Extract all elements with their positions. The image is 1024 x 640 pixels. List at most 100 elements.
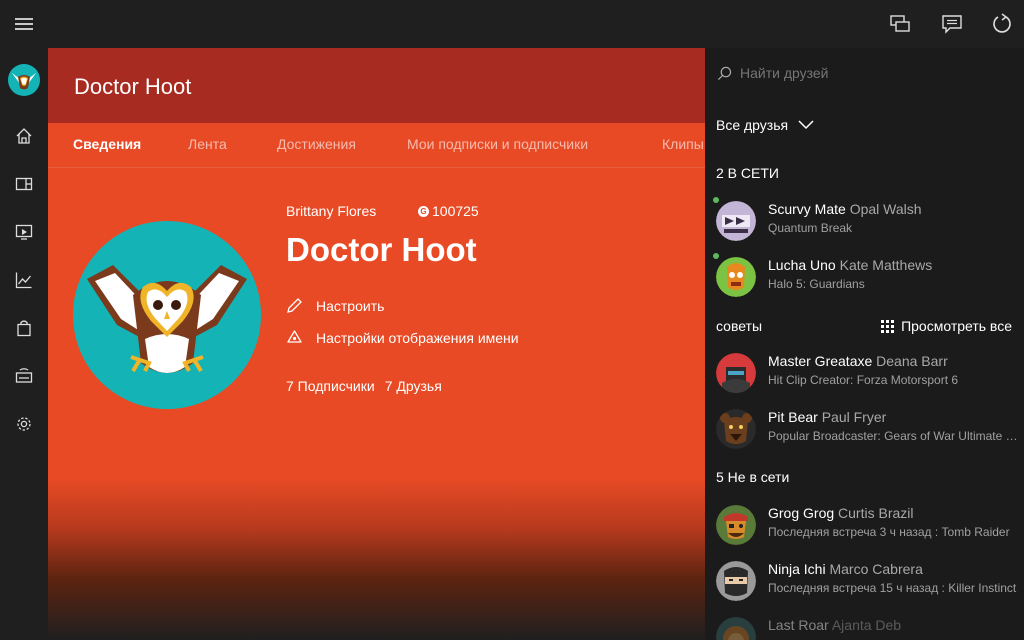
console-connection-icon bbox=[15, 368, 33, 383]
friend-real-name: Ajanta Deb bbox=[831, 617, 902, 633]
friend-gamertag: Grog Grog bbox=[768, 505, 835, 521]
tab-feed[interactable]: Лента bbox=[188, 136, 227, 152]
friends-count[interactable]: 7 Друзья bbox=[385, 378, 442, 394]
profile-stats: 7 Подписчики 7 Друзья bbox=[286, 378, 452, 394]
trending-nav-button[interactable] bbox=[0, 260, 48, 300]
profile-panel: Doctor Hoot Сведения Лента Достижения Мо… bbox=[48, 48, 705, 640]
party-button[interactable] bbox=[886, 10, 914, 38]
offline-section-header: 5 Не в сети bbox=[716, 469, 790, 485]
friend-item[interactable]: Last Roar Ajanta Deb bbox=[705, 609, 1024, 640]
online-status-dot bbox=[713, 253, 719, 259]
tab-followers[interactable]: Мои подписки и подписчики bbox=[407, 136, 588, 152]
filter-label: Все друзья bbox=[716, 117, 789, 133]
suggestion-item[interactable]: Pit Bear Paul Fryer Popular Broadcaster:… bbox=[705, 401, 1024, 457]
friend-gamertag: Master Greataxe bbox=[768, 353, 873, 369]
lion-avatar-icon bbox=[716, 617, 756, 640]
friend-search[interactable] bbox=[717, 62, 1007, 84]
friends-panel: Все друзья 2 В СЕТИ Scurvy Mate Opal Wal… bbox=[705, 48, 1024, 640]
store-nav-button[interactable] bbox=[0, 164, 48, 204]
friend-real-name: Marco Cabrera bbox=[829, 561, 923, 577]
pirate-avatar-icon bbox=[716, 505, 756, 545]
shopping-bag-icon bbox=[17, 320, 31, 337]
friend-name: Scurvy Mate Opal Walsh bbox=[768, 201, 922, 217]
home-icon bbox=[16, 128, 32, 144]
settings-nav-button[interactable] bbox=[0, 404, 48, 444]
friend-real-name: Curtis Brazil bbox=[838, 505, 914, 521]
bear-avatar-icon bbox=[716, 409, 756, 449]
customize-button[interactable]: Настроить bbox=[286, 297, 384, 314]
friend-name: Ninja Ichi Marco Cabrera bbox=[768, 561, 923, 577]
view-all-button[interactable]: Просмотреть все bbox=[881, 318, 1012, 334]
friend-item[interactable]: Lucha Uno Kate Matthews Halo 5: Guardian… bbox=[705, 249, 1024, 305]
profile-header: Doctor Hoot bbox=[48, 48, 705, 123]
friend-item[interactable]: Grog Grog Curtis Brazil Последняя встреч… bbox=[705, 497, 1024, 553]
real-name: Brittany Flores bbox=[286, 203, 377, 219]
tab-clips[interactable]: Клипы bbox=[662, 136, 704, 152]
friend-real-name: Opal Walsh bbox=[849, 201, 922, 217]
view-all-label: Просмотреть все bbox=[901, 318, 1012, 334]
refresh-button[interactable] bbox=[988, 10, 1016, 38]
friend-real-name: Paul Fryer bbox=[821, 409, 887, 425]
trending-icon bbox=[15, 272, 32, 289]
message-icon bbox=[942, 15, 962, 34]
gamertag: Doctor Hoot bbox=[286, 231, 477, 268]
gear-icon bbox=[17, 417, 31, 431]
friend-name: Grog Grog Curtis Brazil bbox=[768, 505, 914, 521]
gamerscore: G 100725 bbox=[418, 203, 479, 219]
profile-avatar-button[interactable] bbox=[0, 60, 48, 100]
customize-label: Настроить bbox=[316, 297, 385, 314]
store-window-icon bbox=[15, 177, 33, 191]
tab-info[interactable]: Сведения bbox=[73, 136, 141, 152]
friend-real-name: Kate Matthews bbox=[839, 257, 933, 273]
home-nav-button[interactable] bbox=[0, 116, 48, 156]
friend-gamertag: Lucha Uno bbox=[768, 257, 836, 273]
suggestions-section-header: советы bbox=[716, 318, 763, 334]
search-icon bbox=[717, 66, 732, 80]
friend-gamertag: Ninja Ichi bbox=[768, 561, 826, 577]
skull-ship-avatar-icon bbox=[716, 201, 756, 241]
warrior-avatar-icon bbox=[716, 353, 756, 393]
search-input[interactable] bbox=[740, 65, 1000, 81]
friend-status: Последняя встреча 15 ч назад : Killer In… bbox=[768, 581, 1017, 595]
friend-name: Pit Bear Paul Fryer bbox=[768, 409, 886, 425]
ninja-avatar-icon bbox=[716, 561, 756, 601]
hamburger-menu-button[interactable] bbox=[0, 4, 48, 44]
game-dvr-icon bbox=[15, 224, 33, 240]
dvr-nav-button[interactable] bbox=[0, 212, 48, 252]
people-settings-icon bbox=[287, 330, 302, 343]
messages-button[interactable] bbox=[938, 10, 966, 38]
name-display-label: Настройки отображения имени bbox=[316, 329, 519, 346]
friend-name: Master Greataxe Deana Barr bbox=[768, 353, 948, 369]
page-title: Doctor Hoot bbox=[74, 74, 192, 99]
luchador-avatar-icon bbox=[716, 257, 756, 297]
gamerscore-icon: G bbox=[418, 205, 429, 217]
shop-nav-button[interactable] bbox=[0, 308, 48, 348]
friend-name: Last Roar Ajanta Deb bbox=[768, 617, 901, 633]
friend-real-name: Deana Barr bbox=[876, 353, 948, 369]
online-status-dot bbox=[713, 197, 719, 203]
console-nav-button[interactable] bbox=[0, 356, 48, 396]
xbox-app: Doctor Hoot Сведения Лента Достижения Мо… bbox=[0, 0, 1024, 640]
followers-count[interactable]: 7 Подписчики bbox=[286, 378, 375, 394]
party-chat-icon bbox=[890, 15, 910, 32]
friend-item[interactable]: Scurvy Mate Opal Walsh Quantum Break bbox=[705, 193, 1024, 249]
friend-item[interactable]: Ninja Ichi Marco Cabrera Последняя встре… bbox=[705, 553, 1024, 609]
friends-filter-dropdown[interactable]: Все друзья bbox=[716, 117, 814, 133]
owl-avatar-small-icon bbox=[8, 64, 40, 96]
profile-tabs: Сведения Лента Достижения Мои подписки и… bbox=[48, 123, 705, 168]
friend-status: Popular Broadcaster: Gears of War Ultima… bbox=[768, 429, 1024, 443]
online-section-header: 2 В СЕТИ bbox=[716, 165, 779, 181]
friend-status: Quantum Break bbox=[768, 221, 853, 235]
tab-achievements[interactable]: Достижения bbox=[277, 136, 356, 152]
nav-rail bbox=[0, 0, 48, 640]
friend-name: Lucha Uno Kate Matthews bbox=[768, 257, 932, 273]
gamerscore-value: 100725 bbox=[432, 203, 479, 219]
grid-icon bbox=[881, 319, 895, 333]
pencil-icon bbox=[287, 298, 302, 313]
hamburger-icon bbox=[15, 18, 33, 30]
friend-gamertag: Pit Bear bbox=[768, 409, 818, 425]
name-display-settings-button[interactable]: Настройки отображения имени bbox=[286, 329, 519, 346]
chevron-down-icon bbox=[798, 120, 814, 130]
friend-status: Hit Clip Creator: Forza Motorsport 6 bbox=[768, 373, 959, 387]
suggestion-item[interactable]: Master Greataxe Deana Barr Hit Clip Crea… bbox=[705, 345, 1024, 401]
